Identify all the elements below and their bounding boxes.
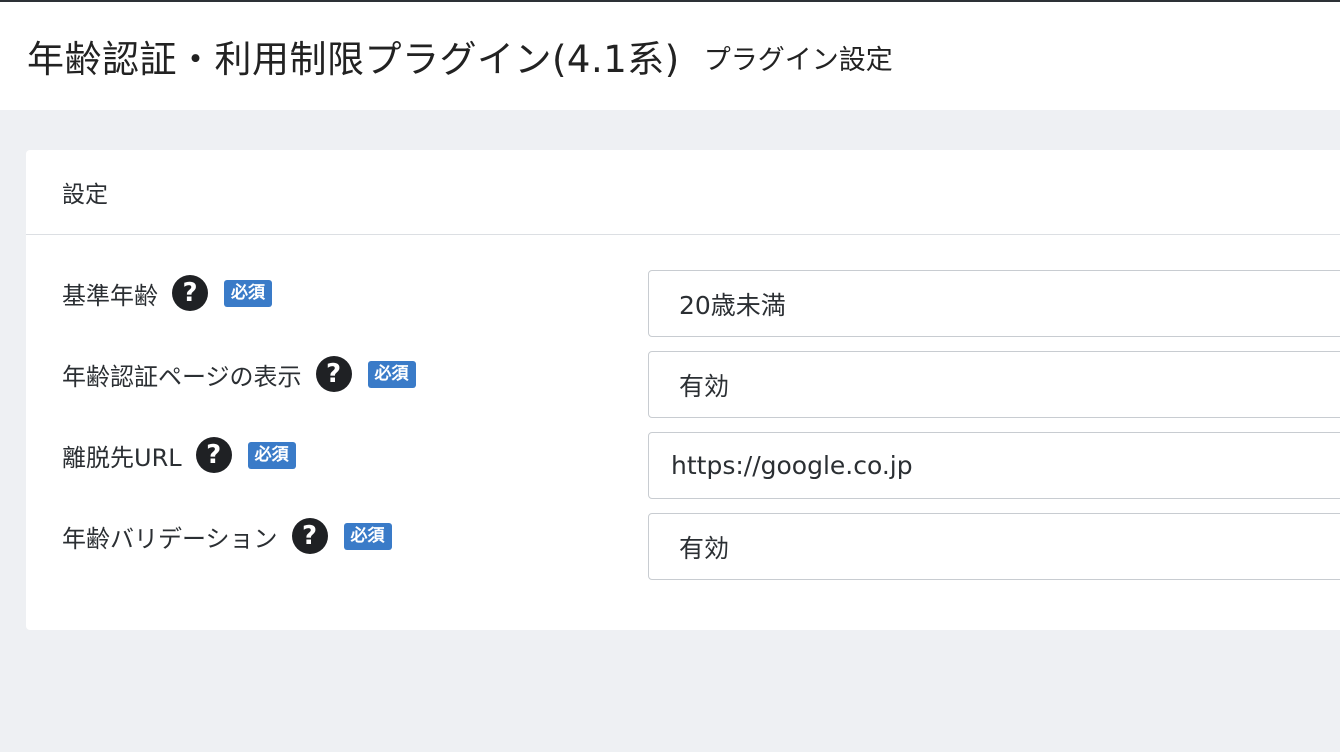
page-title: 年齢認証・利用制限プラグイン(4.1系) <box>27 38 680 81</box>
label-group: 離脱先URL ? 必須 <box>62 436 296 474</box>
field-label-age-validation: 年齢バリデーション <box>62 524 278 553</box>
page-subtitle: プラグイン設定 <box>703 44 893 76</box>
age-validation-select[interactable]: 有効 <box>648 513 1340 580</box>
required-badge: 必須 <box>343 522 392 550</box>
required-badge: 必須 <box>224 279 272 307</box>
question-circle-icon[interactable]: ? <box>291 518 328 554</box>
exit-url-input[interactable]: https://google.co.jp <box>648 432 1340 499</box>
input-value: https://google.co.jp <box>671 451 913 480</box>
card-title: 設定 <box>62 182 108 208</box>
label-group: 基準年齢 ? 必須 <box>62 274 272 312</box>
form-row-age-verification-page: 年齢認証ページの表示 ? 必須 有効 <box>26 351 1340 418</box>
main-content: 設定 基準年齢 ? 必須 20歳未満 年齢認証ページの表示 ? 必須 有効 離脱… <box>0 110 1340 752</box>
question-circle-icon[interactable]: ? <box>172 275 208 311</box>
field-label-age-verification-page: 年齢認証ページの表示 <box>62 362 302 391</box>
card-header: 設定 <box>26 150 1340 235</box>
question-circle-icon[interactable]: ? <box>195 437 232 473</box>
base-age-select[interactable]: 20歳未満 <box>648 270 1340 337</box>
required-badge: 必須 <box>367 360 416 388</box>
question-circle-icon[interactable]: ? <box>315 356 352 392</box>
label-group: 年齢認証ページの表示 ? 必須 <box>62 355 416 393</box>
form-row-base-age: 基準年齢 ? 必須 20歳未満 <box>26 270 1340 337</box>
select-value: 20歳未満 <box>679 290 786 320</box>
field-label-exit-url: 離脱先URL <box>62 443 182 472</box>
select-value: 有効 <box>679 371 730 401</box>
select-value: 有効 <box>679 533 730 563</box>
page-header: 年齢認証・利用制限プラグイン(4.1系) プラグイン設定 <box>0 2 1340 110</box>
form-row-age-validation: 年齢バリデーション ? 必須 有効 <box>26 513 1340 580</box>
form-row-exit-url: 離脱先URL ? 必須 https://google.co.jp <box>26 432 1340 499</box>
settings-card: 設定 基準年齢 ? 必須 20歳未満 年齢認証ページの表示 ? 必須 有効 離脱… <box>26 150 1340 630</box>
age-verification-page-select[interactable]: 有効 <box>648 351 1340 418</box>
required-badge: 必須 <box>247 441 296 469</box>
field-label-base-age: 基準年齢 <box>62 281 158 310</box>
label-group: 年齢バリデーション ? 必須 <box>62 517 392 555</box>
